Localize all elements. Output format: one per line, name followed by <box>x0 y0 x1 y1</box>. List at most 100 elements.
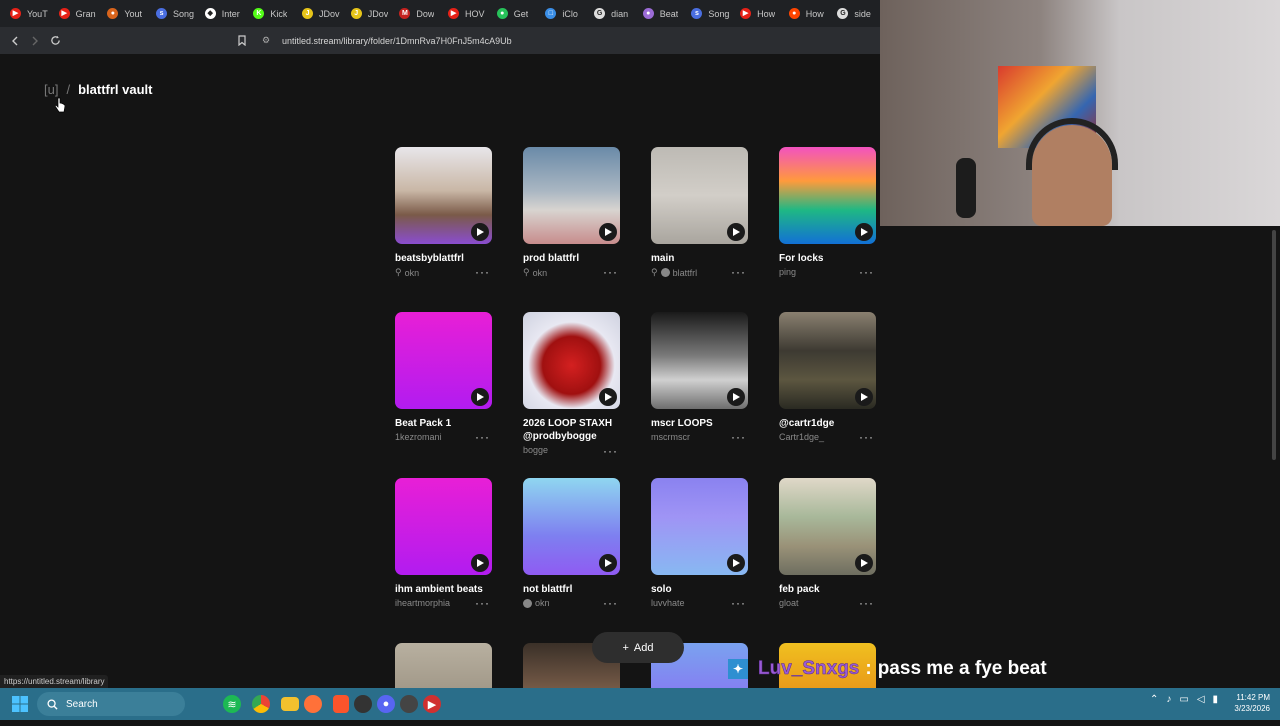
more-options-icon[interactable]: ··· <box>859 266 874 278</box>
browser-tab[interactable]: □ iClo <box>539 0 588 27</box>
folder-card[interactable]: 2026 LOOP STAXH @prodbybogge bogge ··· <box>523 312 620 457</box>
browser-tab[interactable]: ▶ YouT <box>4 0 53 27</box>
folder-name[interactable]: beatsbyblattfrl <box>395 252 485 265</box>
microphone-icon[interactable]: ♪ <box>1166 694 1171 705</box>
play-button[interactable] <box>471 554 489 572</box>
more-options-icon[interactable]: ··· <box>475 266 490 278</box>
folder-name[interactable]: not blattfrl <box>523 583 613 596</box>
folder-thumbnail[interactable] <box>523 478 620 575</box>
browser-tab[interactable]: ● Get <box>491 0 540 27</box>
taskbar-search[interactable]: Search <box>37 692 185 716</box>
back-button[interactable] <box>5 31 25 51</box>
more-options-icon[interactable]: ··· <box>603 597 618 609</box>
file-explorer-icon[interactable] <box>281 697 299 711</box>
folder-card[interactable]: solo luvvhate ··· <box>651 478 748 609</box>
more-options-icon[interactable]: ··· <box>731 597 746 609</box>
play-button[interactable] <box>599 223 617 241</box>
folder-card[interactable]: Beat Pack 1 1kezromani ··· <box>395 312 492 443</box>
folder-thumbnail[interactable] <box>779 312 876 409</box>
folder-name[interactable]: For locks <box>779 252 869 265</box>
more-options-icon[interactable]: ··· <box>859 431 874 443</box>
browser-tab[interactable]: Gside <box>831 0 880 27</box>
folder-card[interactable]: ihm ambient beats iheartmorphia ··· <box>395 478 492 609</box>
windows-start-button[interactable] <box>8 692 32 716</box>
page-scrollbar[interactable] <box>1272 230 1276 460</box>
browser-tab[interactable]: J JDov <box>296 0 345 27</box>
folder-thumbnail[interactable] <box>651 312 748 409</box>
more-options-icon[interactable]: ··· <box>859 597 874 609</box>
folder-card[interactable]: For locks ping ··· <box>779 147 876 278</box>
folder-name[interactable]: 2026 LOOP STAXH @prodbybogge <box>523 417 613 443</box>
more-options-icon[interactable]: ··· <box>603 445 618 457</box>
browser-tab[interactable]: M Dow <box>393 0 442 27</box>
more-options-icon[interactable]: ··· <box>475 597 490 609</box>
add-button[interactable]: + Add <box>592 632 684 663</box>
folder-card[interactable] <box>395 643 492 688</box>
browser-tab[interactable]: s Song <box>150 0 199 27</box>
forward-button[interactable] <box>25 31 45 51</box>
play-button[interactable] <box>855 223 873 241</box>
more-options-icon[interactable]: ··· <box>731 431 746 443</box>
folder-name[interactable]: feb pack <box>779 583 869 596</box>
browser-tab[interactable]: J JDov <box>345 0 394 27</box>
folder-thumbnail[interactable] <box>779 147 876 244</box>
folder-thumbnail[interactable] <box>523 312 620 409</box>
bookmark-button[interactable] <box>232 31 252 51</box>
more-options-icon[interactable]: ··· <box>603 266 618 278</box>
browser-tab[interactable]: ● Beat <box>637 0 686 27</box>
discord-icon[interactable]: ● <box>377 695 395 713</box>
browser-tab[interactable]: ◆ Inter <box>199 0 248 27</box>
play-button[interactable] <box>471 388 489 406</box>
obs-icon[interactable] <box>354 695 372 713</box>
folder-card[interactable]: main ⚲ blattfrl ··· <box>651 147 748 278</box>
browser-tab[interactable]: ● How <box>783 0 832 27</box>
play-button[interactable] <box>727 223 745 241</box>
battery-icon[interactable]: ▮ <box>1213 694 1219 705</box>
play-button[interactable] <box>471 223 489 241</box>
chevron-up-icon[interactable]: ⌃ <box>1150 694 1158 705</box>
spotify-icon[interactable]: ≋ <box>223 695 241 713</box>
browser-tab[interactable]: ▶ Gran <box>53 0 102 27</box>
folder-name[interactable]: ihm ambient beats <box>395 583 485 596</box>
app-icon[interactable] <box>400 695 418 713</box>
folder-thumbnail[interactable] <box>651 147 748 244</box>
site-info-icon[interactable]: ⚙ <box>262 35 274 46</box>
folder-name[interactable]: solo <box>651 583 741 596</box>
browser-tab[interactable]: ● Yout <box>101 0 150 27</box>
more-options-icon[interactable]: ··· <box>731 266 746 278</box>
play-button[interactable] <box>855 388 873 406</box>
folder-thumbnail[interactable] <box>395 643 492 688</box>
folder-thumbnail[interactable] <box>395 147 492 244</box>
folder-thumbnail[interactable] <box>651 478 748 575</box>
folder-thumbnail[interactable] <box>395 478 492 575</box>
folder-card[interactable]: not blattfrl okn ··· <box>523 478 620 609</box>
address-bar[interactable]: ⚙ untitled.stream/library/folder/1DmnRva… <box>252 31 872 50</box>
folder-card[interactable]: beatsbyblattfrl ⚲ okn ··· <box>395 147 492 278</box>
folder-thumbnail[interactable] <box>779 478 876 575</box>
folder-name[interactable]: prod blattfrl <box>523 252 613 265</box>
more-options-icon[interactable]: ··· <box>475 431 490 443</box>
folder-card[interactable]: mscr LOOPS mscrmscr ··· <box>651 312 748 443</box>
browser-tab[interactable]: Gdian <box>588 0 637 27</box>
play-button[interactable] <box>855 554 873 572</box>
folder-thumbnail[interactable] <box>523 147 620 244</box>
browser-tab[interactable]: ▶ HOV <box>442 0 491 27</box>
chrome-icon[interactable] <box>252 695 270 713</box>
breadcrumb-root-link[interactable]: [u] <box>44 82 58 97</box>
play-button[interactable] <box>599 388 617 406</box>
folder-name[interactable]: mscr LOOPS <box>651 417 741 430</box>
folder-card[interactable]: @cartr1dge Cartr1dge_ ··· <box>779 312 876 443</box>
play-button[interactable] <box>727 554 745 572</box>
play-button[interactable] <box>599 554 617 572</box>
folder-card[interactable]: prod blattfrl ⚲ okn ··· <box>523 147 620 278</box>
folder-thumbnail[interactable] <box>395 312 492 409</box>
brave-icon[interactable] <box>333 695 349 713</box>
reload-button[interactable] <box>45 31 65 51</box>
folder-name[interactable]: main <box>651 252 741 265</box>
browser-tab[interactable]: K Kick <box>247 0 296 27</box>
browser-tab[interactable]: ▶ How <box>734 0 783 27</box>
browser-tab[interactable]: s Song <box>685 0 734 27</box>
network-icon[interactable]: ▭ <box>1179 694 1188 705</box>
folder-card[interactable]: feb pack gloat ··· <box>779 478 876 609</box>
play-button[interactable] <box>727 388 745 406</box>
